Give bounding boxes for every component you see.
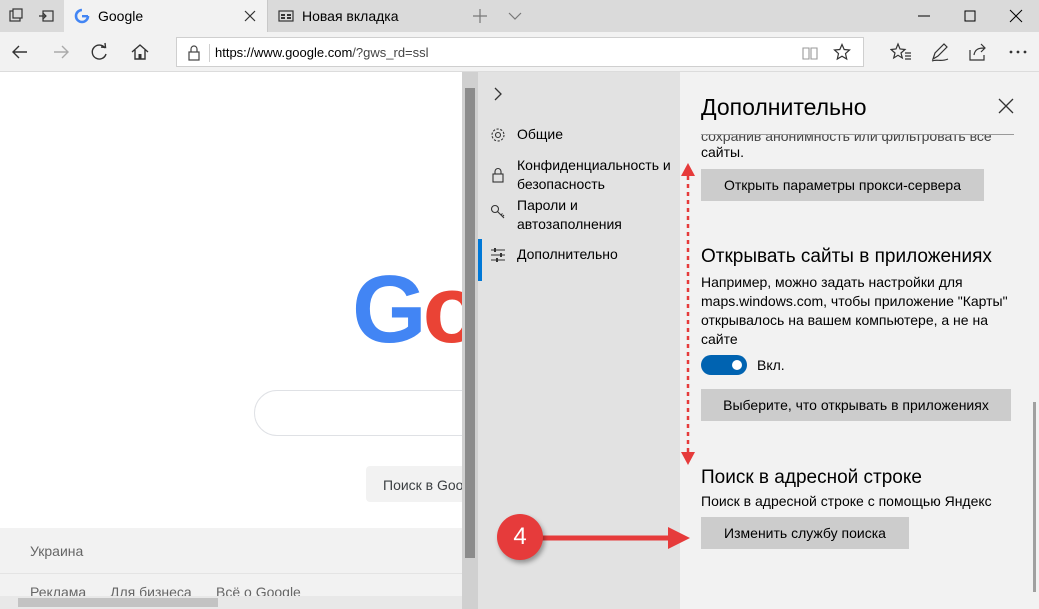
choose-apps-button[interactable]: Выберите, что открывать в приложениях bbox=[701, 389, 1011, 421]
open-proxy-settings-button[interactable]: Открыть параметры прокси-сервера bbox=[701, 169, 984, 201]
close-window-button[interactable] bbox=[993, 0, 1039, 32]
nav-label: Дополнительно bbox=[517, 246, 618, 262]
maximize-button[interactable] bbox=[947, 0, 993, 32]
clipped-text: сохранив анонимность или фильтровать все bbox=[701, 128, 992, 144]
sliders-icon bbox=[491, 248, 505, 262]
google-logo: Go bbox=[352, 262, 462, 358]
tab-new-tab[interactable]: Новая вкладка bbox=[267, 0, 466, 32]
apps-description: maps.windows.com, чтобы приложение "Карт… bbox=[701, 293, 1008, 309]
selected-indicator bbox=[478, 239, 482, 281]
open-in-apps-toggle[interactable] bbox=[701, 355, 747, 375]
nav-label: Общие bbox=[517, 126, 564, 142]
apps-description: сайте bbox=[701, 331, 738, 347]
pane-title: Дополнительно bbox=[701, 94, 867, 120]
change-search-provider-button[interactable]: Изменить службу поиска bbox=[701, 517, 909, 549]
url-host: https://www.google.com bbox=[215, 45, 353, 60]
address-search-description: Поиск в адресной строке с помощью Яндекс bbox=[701, 493, 992, 509]
tab-title: Новая вкладка bbox=[302, 8, 399, 24]
scrollbar-thumb[interactable] bbox=[18, 598, 218, 607]
reading-view-icon[interactable] bbox=[801, 44, 819, 62]
more-dots-icon[interactable] bbox=[1007, 41, 1029, 63]
plus-icon[interactable] bbox=[472, 8, 488, 24]
share-icon[interactable] bbox=[967, 41, 989, 63]
webpage-content: Go Поиск в Goo Украина Реклама Для бизне… bbox=[0, 72, 462, 609]
footer-country-bar: Украина bbox=[0, 528, 462, 574]
star-favorite-icon[interactable] bbox=[833, 43, 851, 61]
apps-description: открывалось на вашем компьютере, а не на bbox=[701, 312, 988, 328]
lock-icon bbox=[492, 168, 504, 183]
navigation-bar: https://www.google.com/?gws_rd=ssl bbox=[0, 32, 1039, 72]
apps-description: Например, можно задать настройки для bbox=[701, 274, 963, 290]
nav-label: Конфиденциальность и безопасность bbox=[517, 157, 671, 192]
apps-section-heading: Открывать сайты в приложениях bbox=[701, 246, 992, 267]
forward-arrow-icon[interactable] bbox=[49, 40, 73, 64]
google-search-button[interactable]: Поиск в Goo bbox=[366, 466, 462, 502]
chevron-down-icon[interactable] bbox=[507, 9, 523, 23]
lock-icon[interactable] bbox=[187, 45, 201, 61]
step-number-badge: 4 bbox=[497, 514, 543, 560]
favorites-hub-icon[interactable] bbox=[890, 41, 912, 63]
key-icon bbox=[490, 204, 505, 219]
toggle-label: Вкл. bbox=[757, 357, 785, 373]
advanced-settings-pane: Дополнительно сохранив анонимность или ф… bbox=[680, 72, 1039, 609]
close-icon[interactable] bbox=[998, 98, 1014, 114]
new-tab-page-icon bbox=[278, 10, 294, 22]
close-tab-icon[interactable] bbox=[243, 9, 257, 23]
address-search-heading: Поиск в адресной строке bbox=[701, 467, 922, 488]
google-search-input[interactable] bbox=[254, 390, 462, 436]
tab-google[interactable]: Google bbox=[64, 0, 267, 32]
tab-preview-icon[interactable] bbox=[8, 8, 24, 24]
scroll-edge-divider bbox=[701, 134, 1014, 135]
minimize-button[interactable] bbox=[901, 0, 947, 32]
url-path: /?gws_rd=ssl bbox=[352, 45, 429, 60]
toggle-knob bbox=[732, 360, 742, 370]
country-label: Украина bbox=[30, 543, 84, 559]
close-icon bbox=[1009, 9, 1023, 23]
proxy-description-end: сайты. bbox=[701, 144, 744, 160]
gear-icon bbox=[491, 128, 505, 142]
back-arrow-icon[interactable] bbox=[8, 40, 32, 64]
pen-notes-icon[interactable] bbox=[929, 41, 951, 63]
home-icon[interactable] bbox=[128, 40, 152, 64]
google-g-icon bbox=[74, 8, 90, 24]
tab-bar: Google Новая вкладка bbox=[0, 0, 1039, 32]
address-bar[interactable]: https://www.google.com/?gws_rd=ssl bbox=[176, 37, 864, 67]
horizontal-scrollbar[interactable] bbox=[0, 596, 462, 609]
scrollbar-thumb[interactable] bbox=[465, 88, 475, 558]
minimize-icon bbox=[918, 15, 930, 17]
tab-title: Google bbox=[98, 8, 144, 24]
chevron-right-icon[interactable] bbox=[490, 86, 506, 102]
refresh-icon[interactable] bbox=[88, 40, 112, 64]
logo-letter: o bbox=[422, 256, 462, 363]
maximize-icon bbox=[964, 10, 976, 22]
vertical-scrollbar[interactable] bbox=[462, 72, 478, 609]
pane-scrollbar[interactable] bbox=[1033, 402, 1036, 592]
set-tabs-aside-icon[interactable] bbox=[38, 8, 54, 24]
url-text[interactable]: https://www.google.com/?gws_rd=ssl bbox=[215, 45, 429, 60]
address-separator bbox=[209, 44, 210, 62]
logo-letter: G bbox=[352, 256, 427, 363]
nav-label: Пароли и автозаполнения bbox=[517, 197, 622, 232]
